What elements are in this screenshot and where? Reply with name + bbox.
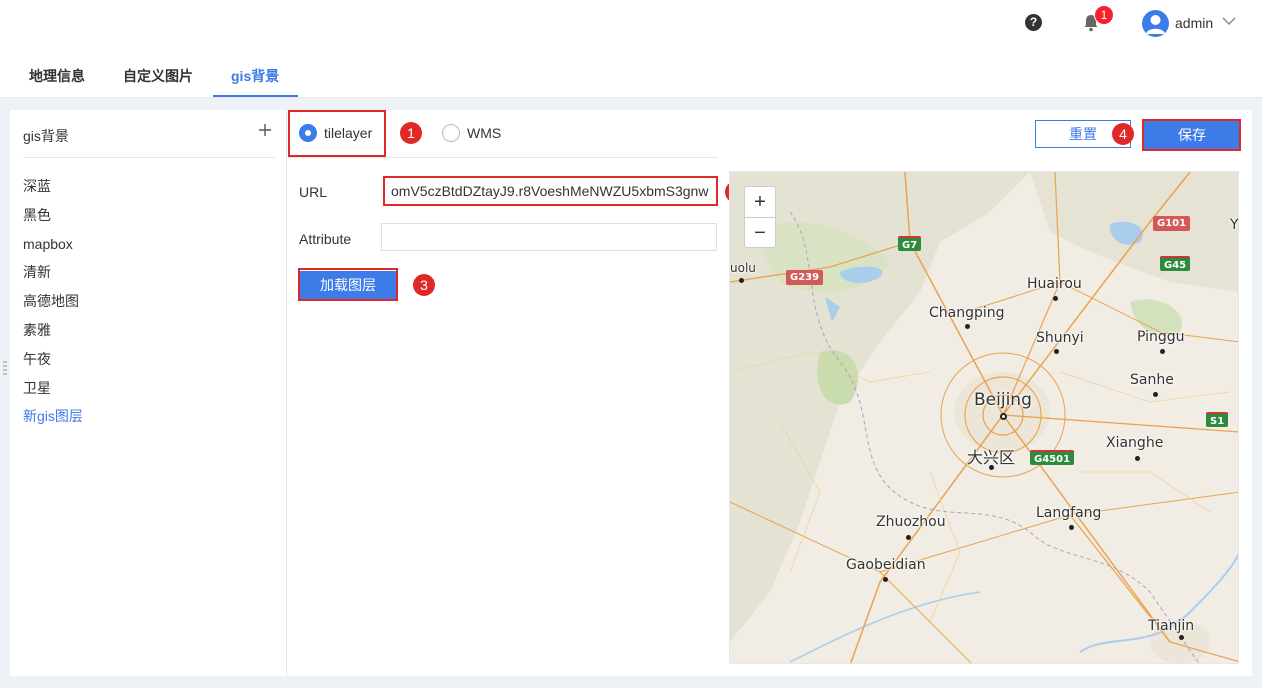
city-dot bbox=[739, 278, 744, 283]
radio-unchecked-icon[interactable] bbox=[442, 124, 460, 142]
highlight-box bbox=[383, 176, 718, 206]
city-dot bbox=[1153, 392, 1158, 397]
highway-shield: G4501 bbox=[1030, 450, 1075, 465]
step-marker: 3 bbox=[413, 274, 435, 296]
top-header: ? 1 admin bbox=[0, 0, 1262, 46]
sidebar-list: 深蓝 黑色 mapbox 清新 高德地图 素雅 午夜 卫星 新gis图层 bbox=[23, 177, 83, 436]
highway-shield: G45 bbox=[1160, 256, 1191, 271]
highway-shield: G239 bbox=[786, 270, 824, 285]
sidebar-item-midnight[interactable]: 午夜 bbox=[23, 350, 83, 379]
active-tab-indicator bbox=[213, 95, 298, 97]
step-marker: 4 bbox=[1112, 123, 1134, 145]
username[interactable]: admin bbox=[1175, 15, 1213, 31]
map-tiles bbox=[730, 172, 1238, 663]
city-label: uolu bbox=[730, 261, 756, 275]
sidebar-item-deep-blue[interactable]: 深蓝 bbox=[23, 177, 83, 206]
highlight-box bbox=[298, 268, 398, 301]
city-label: Gaobeidian bbox=[846, 557, 926, 573]
notification-badge: 1 bbox=[1094, 5, 1114, 25]
main-panel: gis背景 深蓝 黑色 mapbox 清新 高德地图 素雅 午夜 卫星 新gis… bbox=[3, 110, 1252, 676]
sidebar-item-elegant[interactable]: 素雅 bbox=[23, 321, 83, 350]
city-dot bbox=[1135, 456, 1140, 461]
city-dot bbox=[906, 535, 911, 540]
city-dot bbox=[1160, 349, 1165, 354]
city-dot bbox=[883, 577, 888, 582]
highway-shield: G7 bbox=[898, 236, 922, 251]
sidebar-item-amap[interactable]: 高德地图 bbox=[23, 292, 83, 321]
question-circle-icon[interactable]: ? bbox=[1025, 14, 1042, 31]
attribute-label: Attribute bbox=[299, 231, 352, 247]
step-marker: 1 bbox=[400, 122, 422, 144]
attribute-input[interactable] bbox=[381, 223, 717, 251]
radio-wms[interactable]: WMS bbox=[442, 124, 501, 142]
city-label: Huairou bbox=[1027, 276, 1082, 292]
highlight-box bbox=[288, 110, 386, 157]
tab-bar: 地理信息 自定义图片 gis背景 bbox=[0, 46, 1262, 98]
city-label: Y bbox=[1230, 217, 1239, 233]
zoom-in-button[interactable]: + bbox=[745, 187, 775, 217]
city-dot bbox=[989, 465, 994, 470]
capital-marker bbox=[1000, 413, 1007, 420]
sidebar-item-new-gis-layer[interactable]: 新gis图层 bbox=[23, 407, 83, 436]
city-label: Shunyi bbox=[1036, 330, 1084, 346]
city-dot bbox=[965, 324, 970, 329]
drag-handle-icon[interactable] bbox=[3, 360, 7, 376]
tab-custom-image[interactable]: 自定义图片 bbox=[123, 66, 193, 86]
tab-geo-info[interactable]: 地理信息 bbox=[29, 66, 85, 86]
sidebar-item-mapbox[interactable]: mapbox bbox=[23, 235, 83, 264]
city-dot bbox=[1069, 525, 1074, 530]
sidebar-item-black[interactable]: 黑色 bbox=[23, 206, 83, 235]
sidebar-item-satellite[interactable]: 卫星 bbox=[23, 379, 83, 408]
zoom-out-button[interactable]: − bbox=[745, 217, 775, 247]
city-label: Beijing bbox=[974, 390, 1032, 410]
user-icon bbox=[1146, 15, 1165, 34]
city-label: Changping bbox=[929, 305, 1005, 321]
plus-icon[interactable] bbox=[258, 123, 272, 137]
sidebar-title: gis背景 bbox=[23, 128, 69, 144]
city-label: Xianghe bbox=[1106, 435, 1164, 451]
city-label: Tianjin bbox=[1148, 618, 1195, 634]
city-label: Langfang bbox=[1036, 505, 1102, 521]
radio-wms-label: WMS bbox=[467, 125, 502, 141]
highway-shield: G101 bbox=[1153, 216, 1191, 231]
avatar[interactable] bbox=[1142, 10, 1169, 37]
city-dot bbox=[1054, 349, 1059, 354]
map-preview[interactable]: + − G7 G239 G101 G45 S1 G4501 Huairou Ch… bbox=[729, 171, 1239, 664]
city-dot bbox=[1179, 635, 1184, 640]
divider bbox=[23, 157, 275, 158]
zoom-control: + − bbox=[744, 186, 776, 248]
city-label: Zhuozhou bbox=[876, 514, 946, 530]
city-label: Pinggu bbox=[1137, 329, 1185, 345]
chevron-down-icon[interactable] bbox=[1222, 16, 1236, 26]
highlight-box bbox=[1142, 119, 1241, 151]
city-dot bbox=[1053, 296, 1058, 301]
sidebar-item-fresh[interactable]: 清新 bbox=[23, 263, 83, 292]
tab-gis-background[interactable]: gis背景 bbox=[231, 66, 279, 86]
city-label: Sanhe bbox=[1130, 372, 1174, 388]
highway-shield: S1 bbox=[1206, 412, 1229, 427]
sidebar: gis背景 深蓝 黑色 mapbox 清新 高德地图 素雅 午夜 卫星 新gis… bbox=[10, 110, 287, 676]
url-label: URL bbox=[299, 184, 328, 200]
